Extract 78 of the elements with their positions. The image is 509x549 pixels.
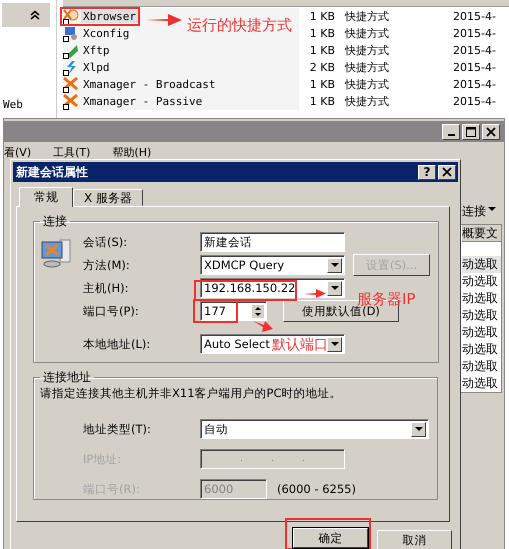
dropdown-arrow-icon xyxy=(330,263,338,267)
field-label: 地址类型(T): xyxy=(83,422,152,436)
menu-item[interactable]: 帮助(H) xyxy=(112,144,152,160)
file-size: 2 KB xyxy=(308,61,335,74)
list-cell[interactable]: 动选取 xyxy=(462,358,501,374)
menu-item[interactable]: 工具(T) xyxy=(53,144,90,160)
arrow-icon xyxy=(304,289,326,298)
combo-box[interactable]: 192.168.150.22 xyxy=(200,278,345,298)
file-name[interactable]: Xbrowser xyxy=(81,10,138,23)
maximize-button[interactable] xyxy=(462,124,480,140)
dropdown-arrow-icon xyxy=(414,427,422,431)
close-button[interactable] xyxy=(438,164,456,180)
file-type: 快捷方式 xyxy=(345,60,390,75)
list-cell[interactable]: 动选取 xyxy=(462,324,501,340)
file-type: 快捷方式 xyxy=(345,26,390,41)
help-button[interactable]: ? xyxy=(418,164,436,180)
file-size: 1 KB xyxy=(308,95,335,108)
file-name[interactable]: Xlpd xyxy=(81,61,112,74)
list-cell[interactable]: 动选取 xyxy=(462,375,501,392)
spin-down-icon xyxy=(255,312,261,316)
field-label: 会话(S): xyxy=(83,234,128,250)
file-type: 快捷方式 xyxy=(345,43,390,58)
field-label: 方法(M): xyxy=(83,258,131,272)
file-size: 1 KB xyxy=(308,27,335,40)
dropdown-arrow-icon xyxy=(330,342,338,346)
combo-box[interactable]: XDMCP Query xyxy=(200,255,345,275)
file-date: 2015-4- xyxy=(453,78,496,91)
tab[interactable]: 常规 xyxy=(19,187,73,207)
list-cell[interactable]: 动选取 xyxy=(462,256,501,272)
file-name[interactable]: Xconfig xyxy=(81,27,132,40)
field-label: 本地地址(L): xyxy=(83,336,152,352)
computer-icon xyxy=(40,237,72,269)
description-text: 请指定连接其他主机并非X11客户端用户的PC时的地址。 xyxy=(40,386,342,401)
list-cell[interactable]: 动选取 xyxy=(462,273,501,290)
file-type: 快捷方式 xyxy=(345,77,390,92)
file-name[interactable]: Xftp xyxy=(81,44,112,57)
menu-item[interactable]: 看(V) xyxy=(4,144,32,160)
annotation-text: 运行的快捷方式 xyxy=(187,16,292,35)
sidebar-item[interactable]: Web xyxy=(3,98,23,111)
close-icon xyxy=(486,126,496,136)
minimize-icon xyxy=(448,134,454,136)
close-icon xyxy=(442,167,452,177)
dialog-button[interactable]: 确定 xyxy=(293,528,368,548)
spin-box[interactable]: 177 xyxy=(200,301,267,321)
collapse-icon[interactable] xyxy=(30,10,40,20)
combo-box[interactable]: 自动 xyxy=(200,419,429,439)
list-cell[interactable]: 动选取 xyxy=(462,307,501,324)
file-size: 1 KB xyxy=(308,10,335,23)
annotation-text: 默认端口 xyxy=(272,336,328,354)
close-button[interactable] xyxy=(482,124,500,140)
file-type: 快捷方式 xyxy=(345,9,390,24)
field-label: 端口号(P): xyxy=(83,304,140,318)
column-header[interactable]: 概要文 xyxy=(462,225,501,242)
dropdown-arrow-icon[interactable] xyxy=(488,207,496,211)
file-date: 2015-4- xyxy=(453,10,496,23)
maximize-icon xyxy=(466,126,476,136)
spin-up-icon xyxy=(255,306,261,310)
list-cell[interactable]: 动选取 xyxy=(462,341,501,358)
minimize-button[interactable] xyxy=(442,124,460,140)
file-size: 1 KB xyxy=(308,78,335,91)
dialog-button[interactable]: 取消 xyxy=(377,530,452,549)
dialog-title: 新建会话属性 xyxy=(16,164,88,180)
range-hint: (6000 - 6255) xyxy=(277,482,356,496)
arrow-icon xyxy=(253,320,273,332)
file-date: 2015-4- xyxy=(453,27,496,40)
file-date: 2015-4- xyxy=(453,61,496,74)
file-date: 2015-4- xyxy=(453,95,496,108)
list-cell[interactable]: 动选取 xyxy=(462,290,501,306)
file-size: 1 KB xyxy=(308,44,335,57)
file-date: 2015-4- xyxy=(453,44,496,57)
text-field[interactable]: 新建会话 xyxy=(200,232,345,252)
file-type: 快捷方式 xyxy=(345,94,390,109)
field-label: 主机(H): xyxy=(83,280,130,296)
group-title: 连接地址 xyxy=(42,369,92,386)
group-title: 连接 xyxy=(42,213,68,230)
dropdown-arrow-icon xyxy=(330,286,338,290)
tab[interactable]: X 服务器 xyxy=(73,189,144,206)
panel-header: 连接 xyxy=(461,203,487,220)
